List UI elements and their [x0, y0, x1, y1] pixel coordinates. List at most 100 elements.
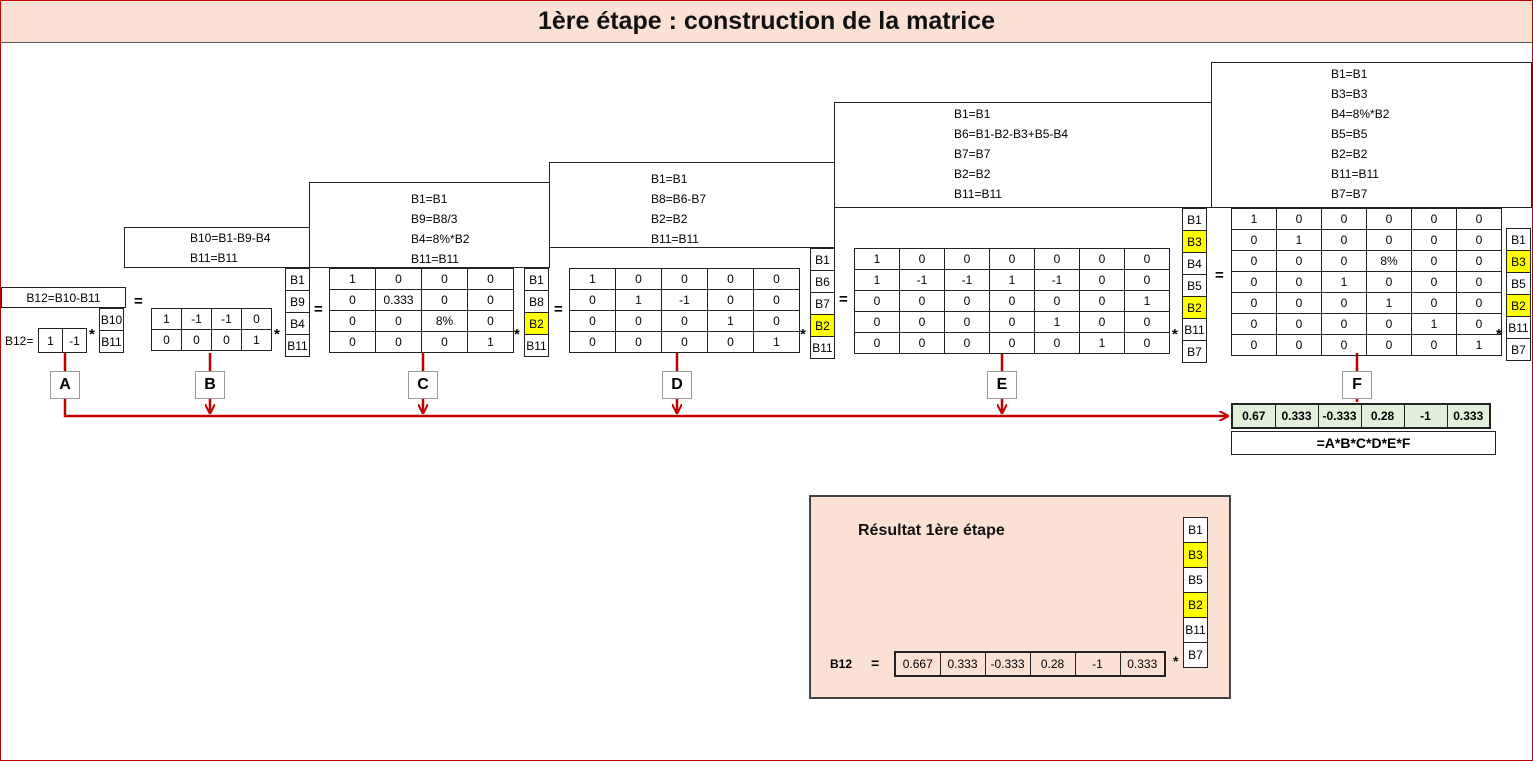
matrix-cell: 0: [1366, 208, 1412, 230]
variable-label: B5: [1183, 567, 1208, 593]
matrix-cell: 0: [854, 290, 900, 312]
variable-label: B7: [1183, 642, 1208, 668]
variable-label: B2: [1183, 592, 1208, 618]
matrix-cell: 0: [1276, 292, 1322, 314]
value-cell: -1: [1074, 651, 1121, 677]
matrix-cell: 0: [329, 331, 376, 353]
matrix-e: 1 0 0 0 0 0 0 1 -1 -1 1 -1 0 0 0 0 0 0 0 0 1 0 0 0 0 1 0 0 0 0 0 0 0 1 0: [854, 248, 1170, 354]
rule-line: B3=B3: [1331, 87, 1368, 101]
matrix-cell: 0: [1411, 271, 1457, 293]
matrix-cell: 0: [569, 331, 616, 353]
matrix-cell: 0: [1079, 311, 1125, 333]
variable-label: B11: [1506, 316, 1531, 339]
matrix-cell: 1: [989, 269, 1035, 291]
multiply-e: *: [1172, 326, 1178, 343]
matrix-cell: 0: [211, 329, 242, 351]
matrix-cell: -1: [62, 328, 87, 353]
rule-line: B5=B5: [1331, 127, 1368, 141]
rule-line: B1=B1: [411, 192, 448, 206]
variable-label: B7: [1506, 338, 1531, 361]
result-equals: =: [871, 655, 880, 671]
matrix-cell: 0: [375, 268, 422, 290]
labels-c: B1 B8 B2 B11: [524, 268, 549, 357]
matrix-cell: 0: [467, 268, 514, 290]
equals-c: =: [314, 301, 323, 318]
equals-d: =: [554, 301, 563, 318]
rule-line: B10=B1-B9-B4: [190, 231, 271, 245]
marker-b: B: [195, 371, 225, 399]
value-cell: 0.667: [894, 651, 941, 677]
matrix-cell: 0: [1231, 334, 1277, 356]
matrix-cell: 0: [989, 332, 1035, 354]
matrix-cell: 0: [1124, 248, 1170, 270]
variable-label: B1: [285, 268, 310, 291]
matrix-cell: 0: [1456, 313, 1502, 335]
matrix-cell: -1: [899, 269, 945, 291]
rule-line: B7=B7: [954, 147, 991, 161]
matrix-cell: 0: [375, 310, 422, 332]
marker-f: F: [1342, 371, 1372, 399]
value-cell: 0.333: [1274, 403, 1319, 429]
matrix-cell: 0: [1321, 229, 1367, 251]
rule-line: B11=B11: [954, 187, 1002, 201]
matrix-cell: 1: [1411, 313, 1457, 335]
matrix-cell: 0: [707, 289, 754, 311]
rule-line: B9=B8/3: [411, 212, 458, 226]
variable-label: B2: [810, 314, 835, 337]
rule-line: B2=B2: [651, 212, 688, 226]
variable-label: B1: [1506, 228, 1531, 251]
rules-a: B12=B10-B11: [1, 287, 126, 308]
variable-label: B11: [524, 334, 549, 357]
rule-line: B1=B1: [651, 172, 688, 186]
result-label: B12: [830, 657, 853, 671]
variable-label: B11: [285, 334, 310, 357]
rule-line: B8=B6-B7: [651, 192, 707, 206]
matrix-cell: 0: [1321, 208, 1367, 230]
variable-label: B2: [1182, 296, 1207, 319]
matrix-cell: 0: [989, 311, 1035, 333]
value-cell: 0.28: [1360, 403, 1405, 429]
matrix-cell: 0: [1456, 208, 1502, 230]
matrix-cell: 0: [944, 248, 990, 270]
result-heading: Résultat 1ère étape: [858, 522, 1005, 539]
matrix-d: 1 0 0 0 0 0 1 -1 0 0 0 0 0 1 0 0 0 0 0 1: [569, 268, 800, 353]
variable-label: B8: [524, 290, 549, 313]
matrix-cell: 0: [753, 268, 800, 290]
variable-label: B5: [1506, 272, 1531, 295]
matrix-cell: 0: [1411, 292, 1457, 314]
matrix-cell: 0: [1411, 208, 1457, 230]
matrix-cell: -1: [944, 269, 990, 291]
matrix-cell: 0: [1079, 290, 1125, 312]
matrix-cell: 0: [989, 248, 1035, 270]
matrix-cell: 0: [1456, 229, 1502, 251]
matrix-cell: 1: [854, 269, 900, 291]
variable-label: B1: [1183, 517, 1208, 543]
matrix-cell: 0: [329, 310, 376, 332]
matrix-cell: 0: [421, 268, 468, 290]
multiply-d: *: [800, 326, 806, 343]
labels-b: B1 B9 B4 B11: [285, 268, 310, 357]
matrix-cell: 0: [1411, 250, 1457, 272]
rule-line: B1=B1: [954, 107, 991, 121]
matrix-cell: 1: [329, 268, 376, 290]
matrix-cell: 0: [854, 332, 900, 354]
matrix-cell: 0: [753, 289, 800, 311]
variable-label: B1: [810, 248, 835, 271]
matrix-cell: 1: [1124, 290, 1170, 312]
matrix-cell: 0: [1366, 229, 1412, 251]
matrix-cell: 0: [1124, 332, 1170, 354]
marker-e: E: [987, 371, 1017, 399]
value-cell: -1: [1403, 403, 1448, 429]
equals-f: =: [1215, 267, 1224, 284]
rule-line: B2=B2: [1331, 147, 1368, 161]
matrix-cell: 0: [1079, 248, 1125, 270]
matrix-cell: 0: [1079, 269, 1125, 291]
matrix-cell: 0: [1231, 292, 1277, 314]
value-cell: -0.333: [984, 651, 1031, 677]
matrix-cell: -1: [181, 308, 212, 330]
matrix-cell: 0: [1321, 292, 1367, 314]
matrix-cell: -1: [211, 308, 242, 330]
variable-label: B3: [1183, 542, 1208, 568]
matrix-cell: 1: [1366, 292, 1412, 314]
matrix-cell: 0: [707, 268, 754, 290]
